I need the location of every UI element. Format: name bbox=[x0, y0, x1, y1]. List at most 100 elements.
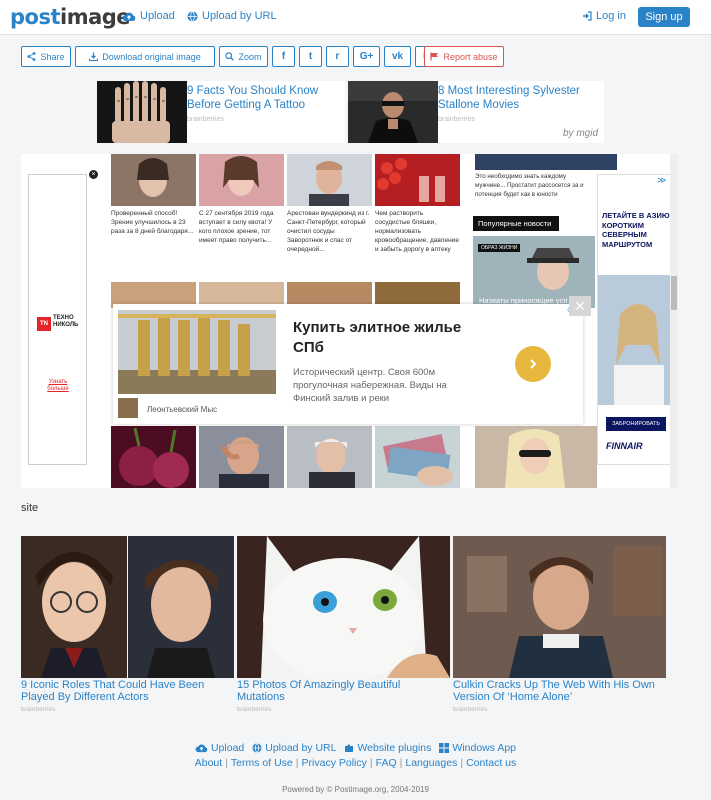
popup-advertiser: Леонтьевский Мыс bbox=[147, 405, 218, 414]
nav-upload-url-link[interactable]: Upload by URL bbox=[187, 10, 277, 22]
ad-card-text: Проверенный способ! Зрение улучшилось в … bbox=[111, 210, 194, 235]
google-plus-share-button[interactable]: G+ bbox=[353, 46, 380, 67]
stallone-image bbox=[348, 81, 438, 143]
footer-row-2: About | Terms of Use | Privacy Policy | FAQ | La… bbox=[194, 757, 517, 769]
culkin-image bbox=[453, 536, 666, 678]
harry-potter-image bbox=[21, 536, 234, 678]
globe-icon bbox=[252, 743, 262, 753]
ad-card-image[interactable] bbox=[199, 426, 284, 488]
top-ad-1-source: brainberries bbox=[187, 116, 224, 123]
ad-card-image bbox=[375, 154, 460, 206]
download-original-button[interactable]: Download original image bbox=[75, 46, 215, 67]
powered-by-text: Powered by © Postimage.org, 2004-2019 bbox=[282, 785, 429, 794]
footer-about-link[interactable]: About bbox=[195, 757, 222, 769]
popup-close-icon[interactable]: ✕ bbox=[569, 296, 591, 316]
ad-card-image bbox=[475, 154, 617, 170]
bottom-ad-1[interactable]: 9 Iconic Roles That Could Have Been Play… bbox=[21, 536, 234, 713]
footer-faq-link[interactable]: FAQ bbox=[376, 757, 397, 769]
ad-card[interactable]: Арестован вундеркинд из г. Санкт-Петербу… bbox=[287, 154, 372, 254]
nav-login-label: Log in bbox=[596, 10, 626, 22]
postimage-logo[interactable]: postimage bbox=[10, 5, 131, 29]
share-button[interactable]: Share bbox=[21, 46, 71, 67]
footer-languages-link[interactable]: Languages bbox=[405, 757, 457, 769]
report-abuse-label: Report abuse bbox=[443, 51, 498, 62]
top-ad-2-source: brainberries bbox=[438, 116, 475, 123]
nav-upload-link[interactable]: Upload bbox=[122, 10, 175, 22]
ad-card-text: Арестован вундеркинд из г. Санкт-Петербу… bbox=[287, 210, 370, 253]
ad-scrollbar[interactable] bbox=[670, 154, 678, 488]
finnair-logo: FINNAIR bbox=[606, 441, 643, 451]
technonicol-logo-icon: TN bbox=[37, 317, 51, 331]
footer-plugins-link[interactable]: Website plugins bbox=[344, 742, 431, 754]
ad-card-text: С 27 сентября 2019 года вступает в силу … bbox=[199, 210, 274, 244]
footer-upload-url-label: Upload by URL bbox=[265, 742, 337, 754]
right-banner-ad[interactable]: ЛЕТАЙТЕ В АЗИЮ КОРОТКИМ СЕВЕРНЫМ МАРШРУТ… bbox=[597, 174, 675, 465]
left-banner-cta[interactable]: Узнать больше bbox=[43, 379, 73, 393]
facebook-share-button[interactable]: f bbox=[272, 46, 295, 67]
footer-privacy-link[interactable]: Privacy Policy bbox=[302, 757, 367, 769]
mgid-label[interactable]: by mgid bbox=[563, 128, 598, 139]
popup-title: Купить элитное жилье СПб bbox=[293, 319, 462, 356]
ad-card[interactable]: С 27 сентября 2019 года вступает в силу … bbox=[199, 154, 284, 245]
nav-login-link[interactable]: Log in bbox=[582, 10, 626, 22]
vk-icon: vk bbox=[391, 51, 404, 62]
popup-next-button[interactable] bbox=[515, 346, 551, 382]
twitter-icon: t bbox=[308, 51, 313, 62]
navbar: postimage Upload Upload by URL Log in Si… bbox=[0, 0, 711, 35]
ad-card[interactable]: Проверенный способ! Зрение улучшилось в … bbox=[111, 154, 196, 236]
image-caption: site bbox=[21, 502, 39, 514]
globe-icon bbox=[187, 10, 198, 22]
left-banner-ad[interactable]: TN ТЕХНО НИКОЛЬ Узнать больше bbox=[28, 174, 87, 465]
footer: Upload Upload by URL Website plugins Win… bbox=[0, 742, 711, 769]
ad-card[interactable]: Чем растворить сосудистые бляшки, нормал… bbox=[375, 154, 460, 254]
bottom-ad-3[interactable]: Culkin Cracks Up The Web With His Own Ve… bbox=[453, 536, 666, 713]
bottom-ad-2[interactable]: 15 Photos Of Amazingly Beautiful Mutatio… bbox=[237, 536, 450, 713]
ad-card-image[interactable] bbox=[375, 426, 460, 488]
puzzle-icon bbox=[345, 744, 354, 752]
bottom-ad-3-title[interactable]: Culkin Cracks Up The Web With His Own Ve… bbox=[453, 679, 666, 703]
top-ad-2-title[interactable]: 8 Most Interesting Sylvester Stallone Mo… bbox=[438, 84, 598, 112]
left-banner-brand: ТЕХНО НИКОЛЬ bbox=[53, 315, 79, 328]
nav-upload-url-label: Upload by URL bbox=[202, 10, 277, 22]
close-icon[interactable]: × bbox=[89, 170, 98, 179]
reddit-icon: r bbox=[335, 51, 340, 62]
top-ad-1-title[interactable]: 9 Facts You Should Know Before Getting A… bbox=[187, 84, 347, 112]
right-banner-photo bbox=[598, 275, 674, 405]
top-ad-1[interactable]: 9 Facts You Should Know Before Getting A… bbox=[97, 81, 345, 143]
popup-ad[interactable]: Леонтьевский Мыс Купить элитное жилье СП… bbox=[113, 304, 583, 424]
report-abuse-button[interactable]: Report abuse bbox=[424, 46, 504, 67]
windows-icon bbox=[439, 743, 450, 753]
footer-contact-link[interactable]: Contact us bbox=[466, 757, 516, 769]
bottom-ad-2-title[interactable]: 15 Photos Of Amazingly Beautiful Mutatio… bbox=[237, 679, 450, 703]
footer-plugins-label: Website plugins bbox=[357, 742, 432, 754]
ad-card-image[interactable] bbox=[287, 426, 372, 488]
ad-right-text[interactable]: Это необходимо знать каждому мужчине... … bbox=[475, 172, 595, 199]
signup-button[interactable]: Sign up bbox=[638, 7, 690, 27]
ad-card-image bbox=[111, 154, 196, 206]
footer-upload-link[interactable]: Upload bbox=[195, 742, 244, 754]
footer-windows-link[interactable]: Windows App bbox=[439, 742, 516, 754]
zoom-button[interactable]: Zoom bbox=[219, 46, 268, 67]
download-icon bbox=[89, 52, 99, 61]
vk-share-button[interactable]: vk bbox=[384, 46, 411, 67]
scrollbar-thumb[interactable] bbox=[671, 276, 677, 310]
bottom-ad-1-title[interactable]: 9 Iconic Roles That Could Have Been Play… bbox=[21, 679, 234, 703]
white-cat-image bbox=[237, 536, 450, 678]
chevron-right-icon[interactable]: ≫ bbox=[657, 175, 666, 186]
right-banner-cta[interactable]: ЗАБРОНИРОВАТЬ bbox=[606, 417, 666, 431]
share-icon bbox=[27, 52, 36, 61]
ad-card-image[interactable] bbox=[111, 426, 196, 488]
flag-icon bbox=[430, 52, 439, 61]
cloud-upload-icon bbox=[195, 744, 208, 753]
zoom-label: Zoom bbox=[238, 51, 262, 62]
zoom-icon bbox=[225, 52, 235, 61]
footer-upload-url-link[interactable]: Upload by URL bbox=[252, 742, 336, 754]
footer-row-1: Upload Upload by URL Website plugins Win… bbox=[0, 742, 711, 754]
twitter-share-button[interactable]: t bbox=[299, 46, 322, 67]
right-banner-headline: ЛЕТАЙТЕ В АЗИЮ КОРОТКИМ СЕВЕРНЫМ МАРШРУТ… bbox=[602, 211, 670, 249]
reddit-share-button[interactable]: r bbox=[326, 46, 349, 67]
popup-ad-image bbox=[118, 310, 276, 394]
share-label: Share bbox=[40, 51, 65, 62]
footer-terms-link[interactable]: Terms of Use bbox=[231, 757, 293, 769]
ad-card-image[interactable] bbox=[475, 426, 597, 488]
